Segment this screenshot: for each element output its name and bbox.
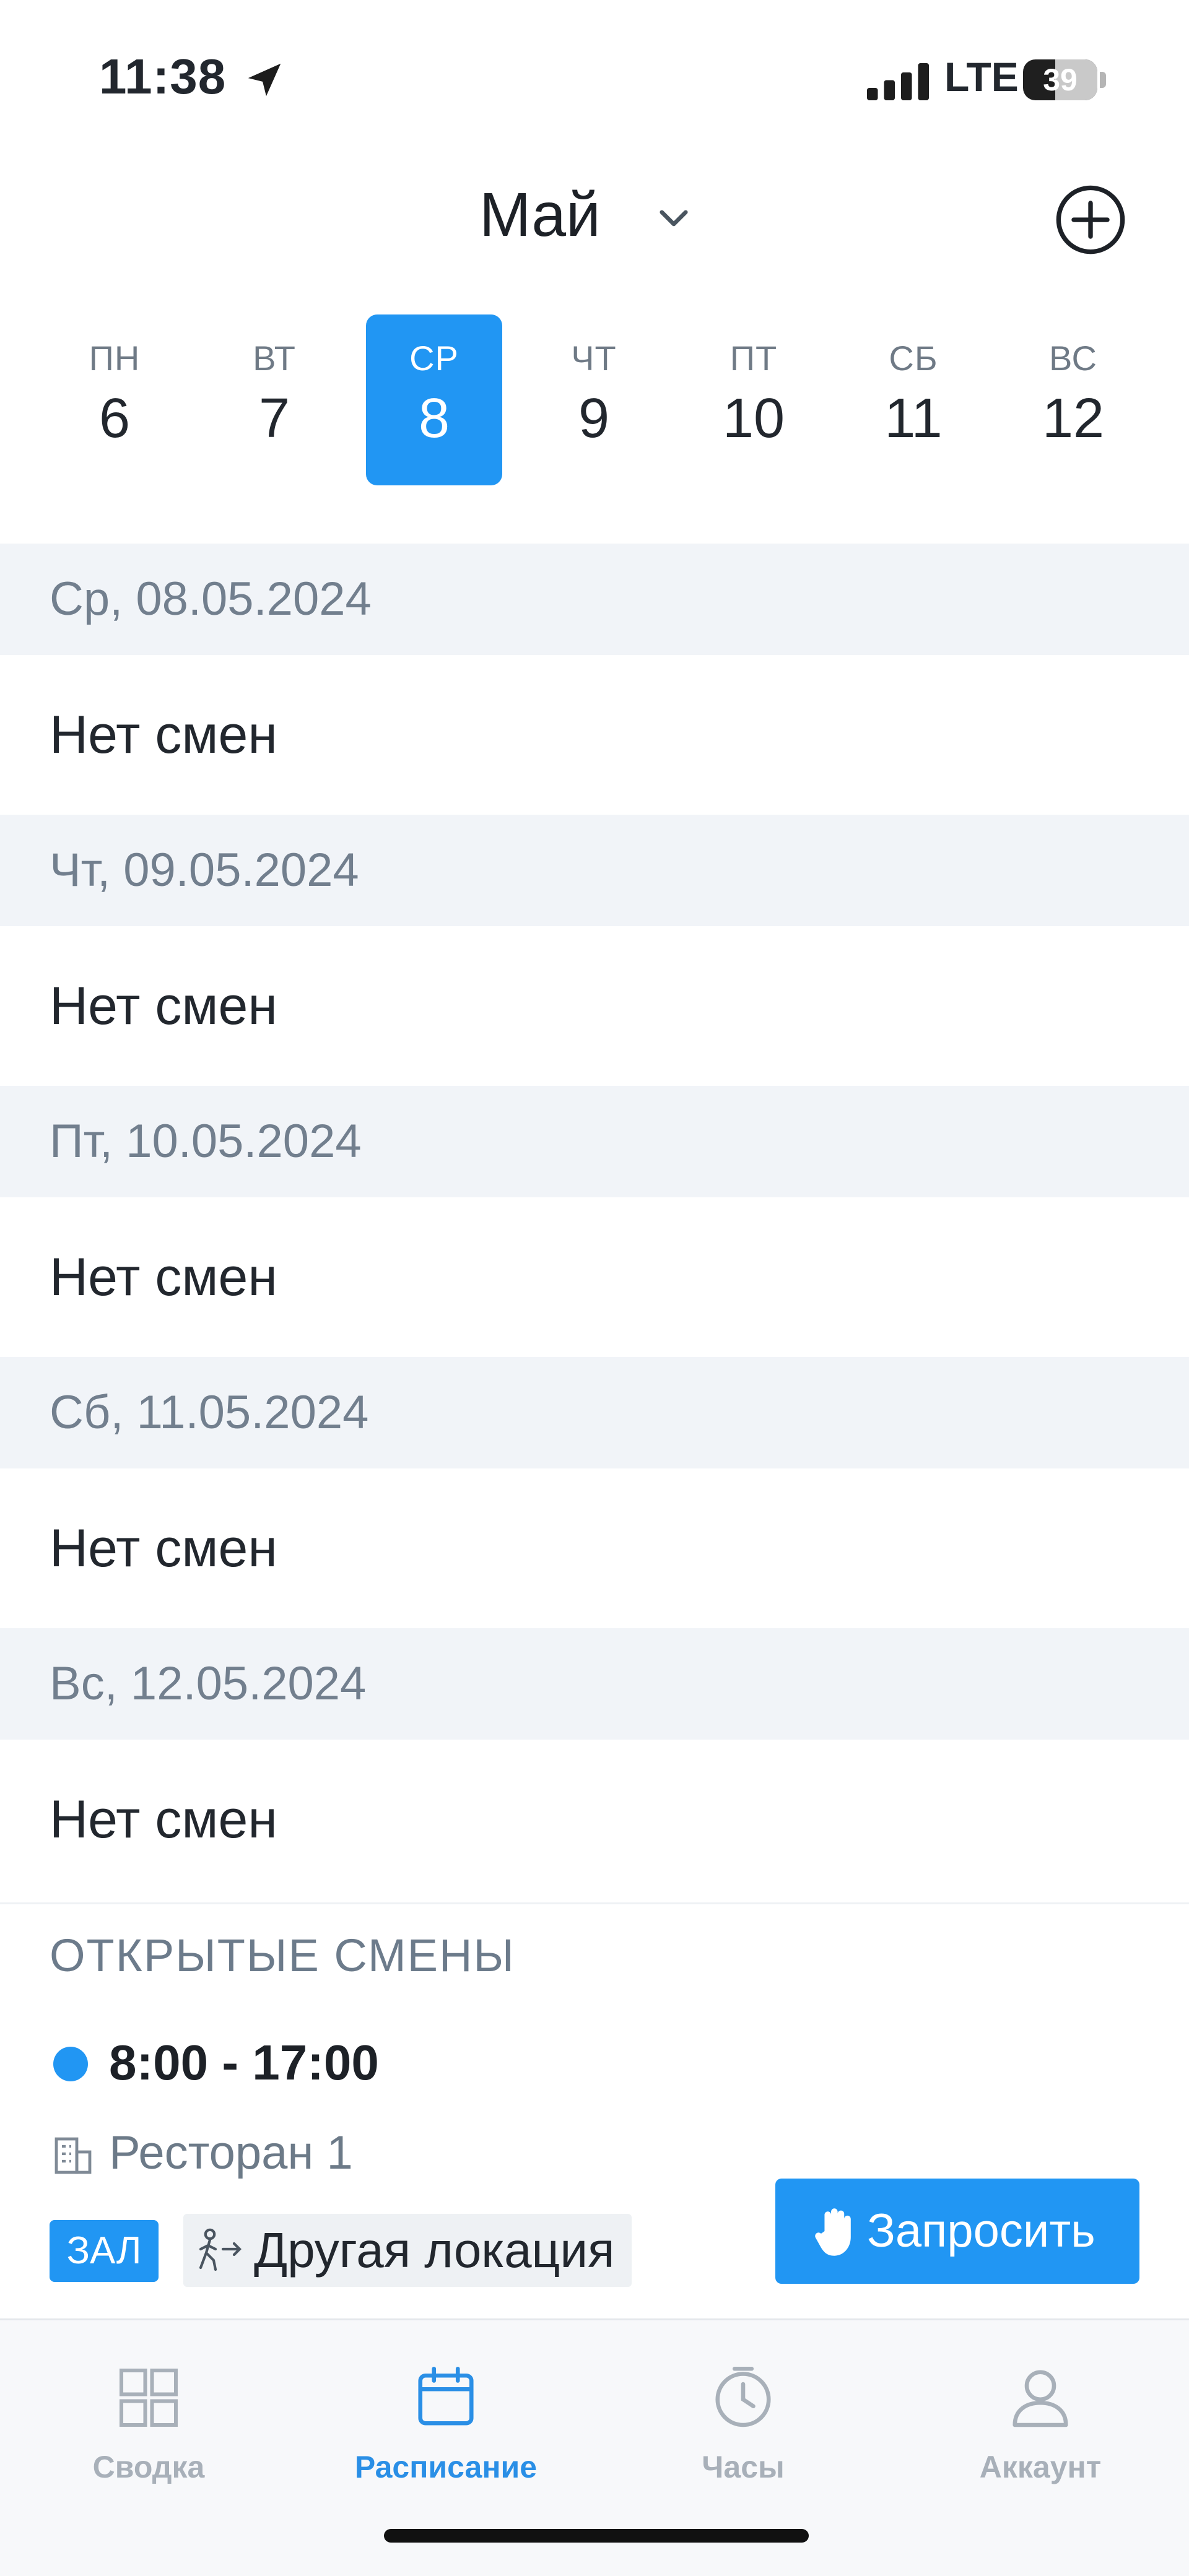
month-label: Май: [479, 180, 601, 249]
tab-hours[interactable]: Часы: [613, 2345, 873, 2494]
day-sat[interactable]: СБ 11: [845, 314, 982, 485]
date-header: Ср, 08.05.2024: [0, 544, 1189, 655]
day-thu[interactable]: ЧТ 9: [526, 314, 662, 485]
location-arrow-icon: [248, 63, 281, 97]
signal-bars-icon: [867, 63, 929, 100]
location-text: Другая локация: [254, 2223, 615, 2278]
no-shifts-row: Нет смен: [0, 1468, 1189, 1628]
date-header: Вс, 12.05.2024: [0, 1628, 1189, 1740]
status-time: 11:38: [99, 49, 227, 104]
no-shifts-row: Нет смен: [0, 1197, 1189, 1357]
tab-summary[interactable]: Сводка: [19, 2345, 279, 2494]
no-shifts-row: Нет смен: [0, 1740, 1189, 1899]
location-chip: Другая локация: [183, 2214, 632, 2287]
calendar-icon: [418, 2366, 474, 2426]
building-icon: [54, 2137, 92, 2174]
day-sun[interactable]: ВС 12: [1005, 314, 1141, 485]
week-strip: ПН 6 ВТ 7 СР 8 ЧТ 9 ПТ 10 СБ 11 ВС 12: [0, 310, 1189, 495]
walking-person-icon: [199, 2228, 242, 2271]
day-tue[interactable]: ВТ 7: [206, 314, 342, 485]
clock-icon: [715, 2366, 771, 2427]
network-type: LTE: [944, 54, 1019, 100]
tab-schedule[interactable]: Расписание: [316, 2345, 576, 2494]
open-shifts-title: ОТКРЫТЫЕ СМЕНЫ: [50, 1930, 515, 1981]
home-indicator[interactable]: [384, 2529, 809, 2543]
dashboard-grid-icon: [119, 2368, 178, 2427]
day-mon[interactable]: ПН 6: [46, 314, 183, 485]
battery-tip: [1100, 72, 1106, 88]
position-badge: ЗАЛ: [50, 2220, 159, 2282]
date-header: Чт, 09.05.2024: [0, 815, 1189, 926]
user-icon: [1013, 2370, 1068, 2427]
day-wed-selected[interactable]: СР 8: [366, 314, 502, 485]
app-screen: 11:38 LTE 39 Май ПН 6 ВТ 7 СР 8 ЧТ 9 ПТ …: [0, 0, 1189, 2576]
restaurant-name: Ресторан 1: [109, 2127, 353, 2179]
month-selector[interactable]: Май: [0, 173, 1189, 260]
hand-icon: [815, 2208, 851, 2256]
shift-time: 8:00 - 17:00: [109, 2035, 379, 2090]
no-shifts-row: Нет смен: [0, 655, 1189, 815]
no-shifts-row: Нет смен: [0, 926, 1189, 1086]
battery-icon: 39: [1023, 59, 1097, 100]
chevron-down-icon: [660, 210, 688, 227]
schedule-list: Ср, 08.05.2024 Нет смен Чт, 09.05.2024 Н…: [0, 544, 1189, 1899]
request-button-label: Запросить: [867, 2205, 1095, 2257]
plus-circle-icon[interactable]: [1054, 183, 1127, 256]
date-header: Пт, 10.05.2024: [0, 1086, 1189, 1197]
battery-level: 39: [1043, 63, 1078, 97]
shift-status-dot: [53, 2047, 88, 2081]
open-shifts-section: ОТКРЫТЫЕ СМЕНЫ 8:00 - 17:00 Ресторан 1 З…: [0, 1902, 1189, 2323]
date-header: Сб, 11.05.2024: [0, 1357, 1189, 1468]
day-fri[interactable]: ПТ 10: [686, 314, 822, 485]
status-bar: 11:38 LTE 39: [0, 0, 1189, 142]
request-shift-button[interactable]: Запросить: [775, 2179, 1139, 2284]
tab-account[interactable]: Аккаунт: [910, 2345, 1170, 2494]
